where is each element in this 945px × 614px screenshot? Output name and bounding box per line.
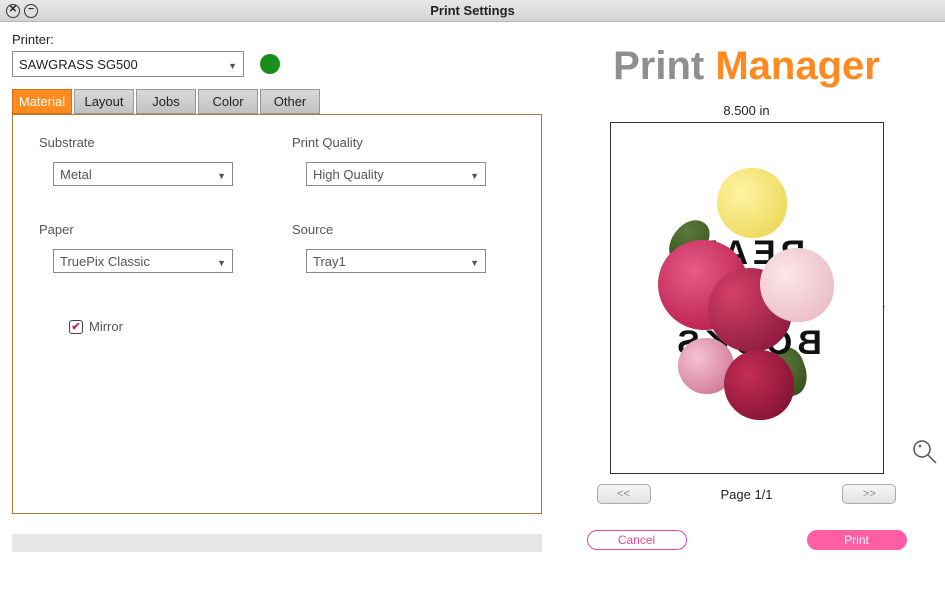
mirror-checkbox[interactable]: ✔	[69, 320, 83, 334]
artwork: READ MORE BOOKS	[662, 178, 832, 418]
print-settings-window: ✕ − Print Settings Printer: SAWGRASS SG5…	[0, 0, 945, 614]
substrate-label: Substrate	[39, 135, 262, 150]
printer-select[interactable]: SAWGRASS SG500 ▼	[12, 51, 244, 77]
printer-status-icon	[260, 54, 280, 74]
printer-label: Printer:	[12, 32, 542, 47]
source-value: Tray1	[313, 254, 346, 269]
substrate-value: Metal	[60, 167, 92, 182]
chevron-down-icon: ▼	[470, 171, 479, 181]
tab-color[interactable]: Color	[198, 89, 258, 114]
print-quality-select[interactable]: High Quality ▼	[306, 162, 486, 186]
next-page-button[interactable]: >>	[842, 484, 896, 504]
paper-select[interactable]: TruePix Classic ▼	[53, 249, 233, 273]
page-width-label: 8.500 in	[610, 103, 884, 118]
chevron-down-icon: ▼	[228, 61, 237, 71]
source-label: Source	[292, 222, 515, 237]
mirror-label: Mirror	[89, 319, 123, 334]
print-button[interactable]: Print	[807, 530, 907, 550]
prev-page-button[interactable]: <<	[597, 484, 651, 504]
window-title: Print Settings	[430, 3, 515, 18]
chevron-down-icon: ▼	[470, 258, 479, 268]
progress-bar	[12, 534, 542, 552]
preview-wrap: 8.500 in 11.000 in READ MORE BOOKS	[610, 103, 884, 474]
tab-material[interactable]: Material	[12, 89, 72, 114]
paper-label: Paper	[39, 222, 262, 237]
paper-value: TruePix Classic	[60, 254, 150, 269]
tab-jobs[interactable]: Jobs	[136, 89, 196, 114]
titlebar: ✕ − Print Settings	[0, 0, 945, 22]
chevron-down-icon: ▼	[217, 258, 226, 268]
print-quality-label: Print Quality	[292, 135, 515, 150]
brand-logo: Print Manager	[613, 44, 880, 89]
minimize-icon[interactable]: −	[24, 4, 38, 18]
tabs: Material Layout Jobs Color Other	[12, 89, 542, 114]
source-select[interactable]: Tray1 ▼	[306, 249, 486, 273]
material-panel: Substrate Metal ▼ Print Quality High Qua…	[12, 114, 542, 514]
substrate-select[interactable]: Metal ▼	[53, 162, 233, 186]
page-indicator: Page 1/1	[720, 487, 772, 502]
close-icon[interactable]: ✕	[6, 4, 20, 18]
page-preview[interactable]: READ MORE BOOKS	[610, 122, 884, 474]
chevron-down-icon: ▼	[217, 171, 226, 181]
printer-value: SAWGRASS SG500	[19, 57, 138, 72]
tab-layout[interactable]: Layout	[74, 89, 134, 114]
cancel-button[interactable]: Cancel	[587, 530, 687, 550]
pager: << Page 1/1 >>	[597, 484, 897, 504]
zoom-icon[interactable]	[911, 438, 939, 469]
print-quality-value: High Quality	[313, 167, 384, 182]
tab-other[interactable]: Other	[260, 89, 320, 114]
